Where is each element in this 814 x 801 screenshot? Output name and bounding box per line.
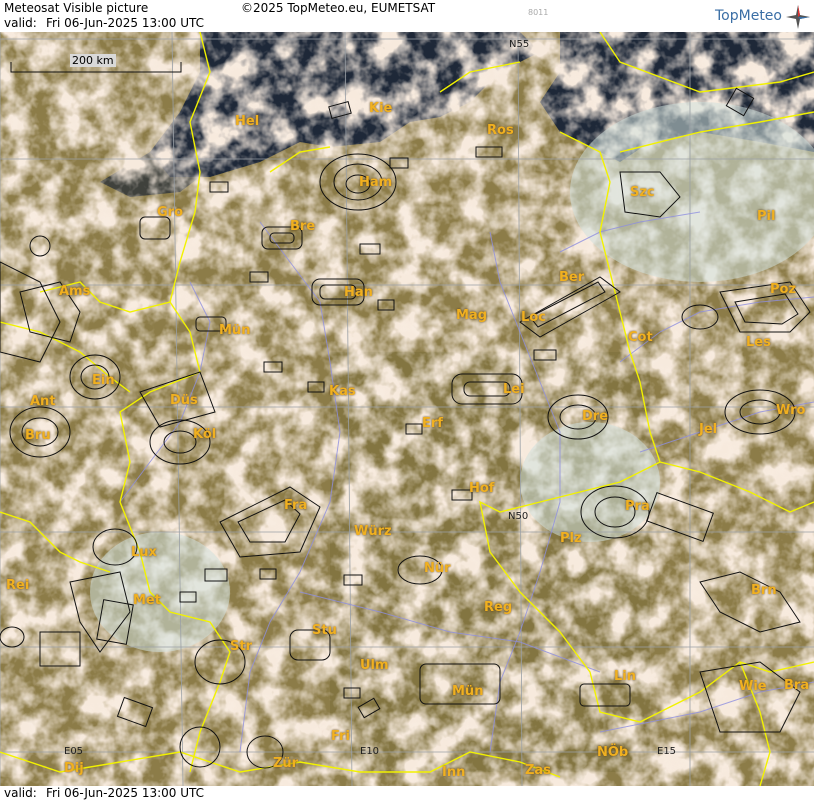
topmeteo-logo[interactable]: TopMeteo [715, 3, 810, 30]
city-label: Jel [699, 422, 718, 437]
footer-valid-label: valid: [4, 786, 37, 800]
city-label: Lin [614, 669, 636, 684]
city-label: Rei [6, 578, 30, 593]
city-label: Pra [625, 499, 650, 514]
city-label: Düs [170, 393, 198, 408]
header-bar: Meteosat Visible picture ©2025 TopMeteo.… [0, 0, 814, 32]
city-label: Kas [329, 384, 356, 399]
city-label: Gro [157, 205, 184, 220]
city-label: Brn [751, 583, 777, 598]
city-label: Loc [521, 310, 546, 325]
grid-label-n55: N55 [509, 39, 530, 50]
city-label: Bra [784, 678, 810, 693]
grid-label-e15: E15 [657, 746, 677, 757]
city-label: Poz [770, 282, 797, 297]
city-label: Hel [235, 114, 260, 129]
city-label: Szc [630, 185, 655, 200]
city-label: Ulm [360, 658, 389, 673]
city-label: Zür [273, 756, 299, 771]
city-label: Lei [503, 382, 525, 397]
city-label: Fri [331, 729, 350, 744]
city-label: Kie [369, 101, 393, 116]
city-label: Plz [560, 531, 582, 546]
city-label: Met [133, 593, 161, 608]
city-label: Han [344, 285, 373, 300]
city-label: Dre [582, 409, 609, 424]
city-label: Dij [64, 761, 84, 776]
city-label: Ros [487, 123, 514, 138]
city-label: Inn [442, 765, 466, 780]
city-label: Erf [422, 416, 443, 431]
city-label: Reg [484, 600, 513, 615]
city-label: Würz [354, 524, 392, 539]
city-label: Ein [92, 373, 115, 388]
city-label: Ams [59, 284, 91, 299]
city-label: Str [230, 639, 252, 654]
city-label: Mün [219, 323, 251, 338]
product-code: 8011 [528, 8, 549, 17]
city-label: Bre [290, 219, 316, 234]
city-label: Wro [776, 403, 806, 418]
city-label: Stu [312, 623, 337, 638]
city-label: Les [746, 335, 771, 350]
copyright-text: ©2025 TopMeteo.eu, EUMETSAT [241, 1, 436, 15]
city-label: Fra [284, 498, 308, 513]
city-label: Cot [628, 330, 653, 345]
city-label: Ant [30, 394, 56, 409]
city-label: Zas [525, 763, 551, 778]
grid-label-e05: E05 [64, 746, 84, 757]
city-label: Pil [757, 209, 776, 224]
scale-label: 200 km [70, 54, 116, 67]
compass-star-icon [786, 4, 810, 29]
footer-valid-time: Fri 06-Jun-2025 13:00 UTC [46, 786, 204, 800]
grid-label-n50: N50 [508, 511, 529, 522]
city-label: Lux [131, 545, 157, 560]
city-label: Ber [559, 270, 585, 285]
city-label: NÖb [597, 745, 629, 760]
valid-label: valid: [4, 16, 37, 30]
satellite-image [0, 32, 814, 786]
city-label: Bru [25, 428, 51, 443]
satellite-map[interactable]: 200 km N55 N50 E05 E10 E15 Hel Kie Ros H… [0, 32, 814, 786]
city-label: Nür [424, 561, 451, 576]
city-label: Mag [456, 308, 488, 323]
footer-bar: valid: Fri 06-Jun-2025 13:00 UTC [0, 786, 814, 801]
map-window: Meteosat Visible picture ©2025 TopMeteo.… [0, 0, 814, 801]
product-title: Meteosat Visible picture [4, 1, 149, 15]
grid-label-e10: E10 [360, 746, 380, 757]
city-label: Wie [739, 679, 767, 694]
city-label: Ham [359, 175, 393, 190]
city-label: Mün [452, 684, 484, 699]
valid-time: Fri 06-Jun-2025 13:00 UTC [46, 16, 204, 30]
city-label: Hof [469, 481, 495, 496]
logo-text: TopMeteo [715, 8, 782, 24]
city-label: Köl [193, 427, 217, 442]
